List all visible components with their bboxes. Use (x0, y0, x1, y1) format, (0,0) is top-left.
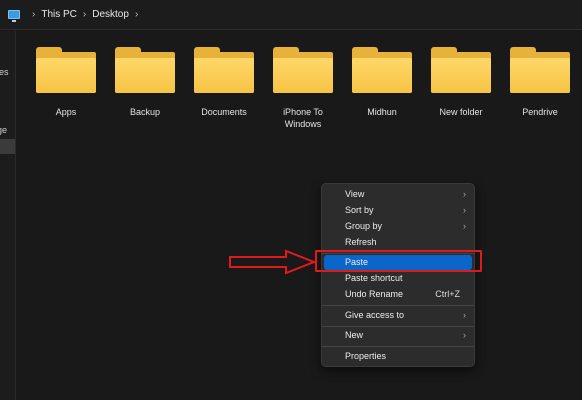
menu-item-new[interactable]: New › (322, 328, 474, 343)
this-pc-icon (8, 10, 20, 22)
folder-icon (36, 47, 96, 93)
breadcrumb-desktop[interactable]: Desktop (92, 9, 129, 20)
menu-item-give-access[interactable]: Give access to › (322, 308, 474, 323)
folder-label: New folder (439, 107, 483, 117)
folder-label: iPhone To Windows (283, 107, 323, 129)
annotation-arrow-icon (229, 249, 317, 275)
folder-icon (431, 47, 491, 93)
nav-selected-item[interactable] (0, 139, 15, 154)
nav-item-fragment[interactable]: les (0, 67, 9, 77)
nav-item-fragment[interactable]: ge (0, 125, 7, 135)
folder-label: Backup (129, 107, 161, 117)
folder-item[interactable]: New folder (422, 31, 500, 127)
menu-separator (322, 326, 474, 327)
menu-separator (322, 305, 474, 306)
menu-item-paste-shortcut[interactable]: Paste shortcut (322, 271, 474, 286)
folder-icon (194, 47, 254, 93)
menu-item-group-by[interactable]: Group by › (322, 219, 474, 234)
navigation-pane: les ge (0, 31, 16, 400)
chevron-right-icon: › (463, 310, 466, 320)
chevron-right-icon: › (463, 205, 466, 215)
folder-item[interactable]: Midhun (343, 31, 421, 127)
menu-item-label: Properties (345, 351, 387, 361)
menu-item-label: New (345, 330, 364, 340)
menu-item-label: View (345, 189, 365, 199)
folder-icon (352, 47, 412, 93)
file-area[interactable]: Apps Backup Documents iPhone To Windows … (17, 31, 582, 400)
breadcrumb-this-pc[interactable]: This PC (41, 9, 77, 20)
folder-icon (510, 47, 570, 93)
folder-item[interactable]: iPhone To Windows (264, 31, 342, 129)
menu-item-label: Sort by (345, 205, 374, 215)
annotation-highlight-box (315, 250, 482, 272)
menu-item-sort-by[interactable]: Sort by › (322, 203, 474, 218)
menu-item-label: Give access to (345, 310, 405, 320)
chevron-right-icon: › (463, 189, 466, 199)
folder-label: Pendrive (522, 107, 558, 117)
menu-item-label: Refresh (345, 237, 377, 247)
context-menu: View › Sort by › Group by › Refresh Past… (321, 183, 475, 367)
chevron-right-icon: › (32, 9, 36, 20)
folder-label: Midhun (367, 107, 397, 117)
menu-item-refresh[interactable]: Refresh (322, 235, 474, 250)
folder-label: Documents (201, 107, 247, 117)
folder-item[interactable]: Pendrive (501, 31, 579, 127)
chevron-right-icon[interactable]: › (135, 9, 138, 20)
folder-icon (273, 47, 333, 93)
chevron-right-icon: › (463, 330, 466, 340)
folder-item[interactable]: Backup (106, 31, 184, 127)
folder-item[interactable]: Apps (27, 31, 105, 127)
folder-label: Apps (55, 107, 77, 117)
menu-item-label: Paste shortcut (345, 273, 403, 283)
menu-item-label: Group by (345, 221, 383, 231)
menu-item-properties[interactable]: Properties (322, 349, 474, 364)
menu-separator (322, 346, 474, 347)
address-bar[interactable]: › This PC › Desktop › (0, 0, 582, 30)
chevron-right-icon: › (82, 9, 87, 20)
menu-item-undo-rename[interactable]: Undo Rename Ctrl+Z (322, 287, 474, 302)
chevron-right-icon: › (463, 221, 466, 231)
menu-item-label: Undo Rename (345, 289, 404, 299)
menu-item-view[interactable]: View › (322, 187, 474, 202)
folder-icon (115, 47, 175, 93)
shortcut-label: Ctrl+Z (435, 289, 460, 299)
folder-item[interactable]: Documents (185, 31, 263, 127)
